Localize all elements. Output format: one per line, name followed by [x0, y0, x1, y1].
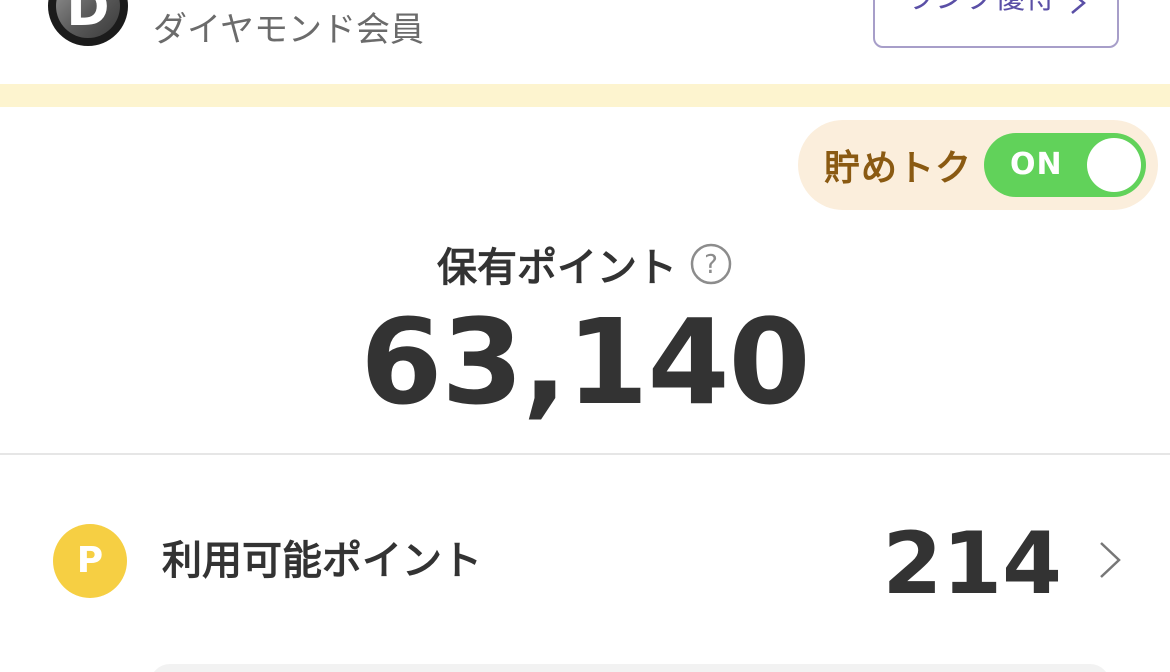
notice-strip — [0, 84, 1170, 107]
held-points-header: 保有ポイント ? — [0, 236, 1170, 292]
points-page: D ダイヤモンド会員 ランク優待 貯めトク ON 保有ポイント ? 63,140… — [0, 0, 1170, 672]
help-question-icon[interactable]: ? — [689, 242, 733, 286]
member-rank-name: ダイヤモンド会員 — [153, 10, 424, 50]
tametoku-toggle-pill[interactable]: 貯めトク ON — [798, 120, 1158, 210]
tametoku-toggle-switch[interactable]: ON — [984, 133, 1146, 197]
rank-badge-inner: D — [56, 0, 120, 38]
point-coin-icon: P — [53, 524, 127, 598]
available-points-row[interactable]: P 利用可能ポイント 214 — [0, 456, 1170, 666]
chevron-right-icon — [1100, 542, 1121, 578]
next-card-edge — [150, 664, 1110, 672]
available-points-label: 利用可能ポイント — [162, 538, 482, 584]
rank-badge-letter: D — [66, 0, 110, 38]
held-points-value: 63,140 — [360, 293, 810, 431]
held-points-title: 保有ポイント — [437, 245, 677, 291]
toggle-state-text: ON — [1010, 147, 1063, 182]
point-coin-letter: P — [76, 540, 104, 581]
available-points-value: 214 — [882, 514, 1062, 614]
rank-benefit-button[interactable]: ランク優待 — [873, 0, 1119, 48]
toggle-knob — [1087, 138, 1141, 192]
diamond-rank-badge-icon: D — [48, 0, 128, 46]
rank-benefit-label: ランク優待 — [905, 0, 1055, 16]
section-divider — [0, 453, 1170, 455]
help-question-mark: ? — [704, 250, 718, 280]
tametoku-label: 貯めトク — [824, 148, 973, 189]
chevron-right-icon — [1071, 0, 1086, 14]
